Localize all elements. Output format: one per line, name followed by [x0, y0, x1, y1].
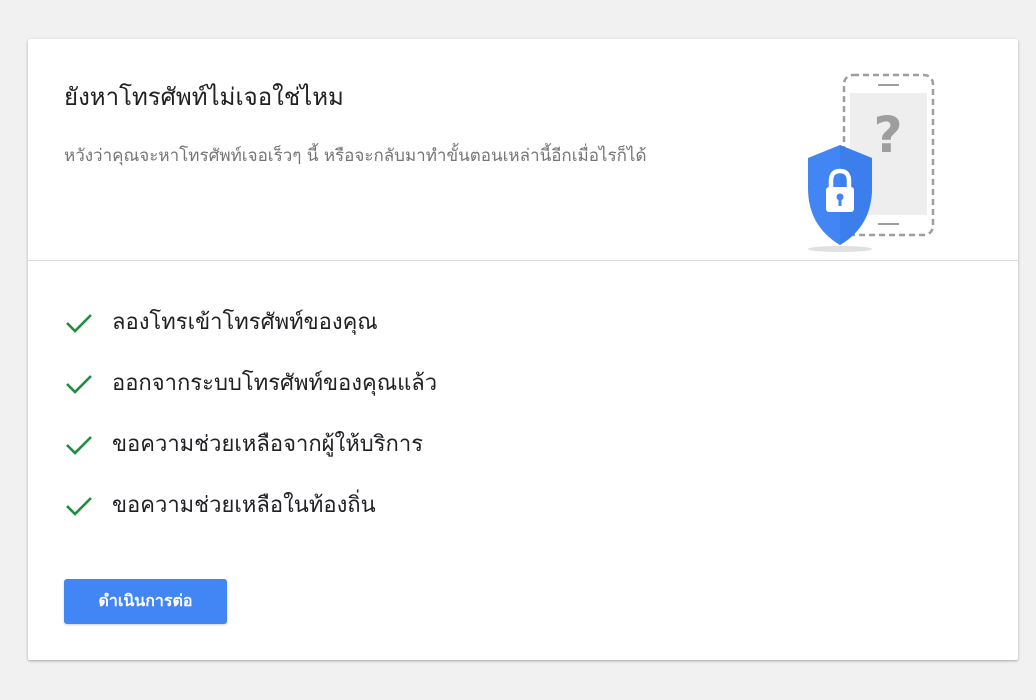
step-item: ออกจากระบบโทรศัพท์ของคุณแล้ว [64, 364, 437, 425]
lock-keyhole-stem [838, 198, 842, 206]
page-subtitle: หวังว่าคุณจะหาโทรศัพท์เจอเร็วๆ นี้ หรือจ… [64, 146, 647, 166]
checkmark-icon [66, 497, 92, 516]
card-header: ยังหาโทรศัพท์ไม่เจอใช่ไหม หวังว่าคุณจะหา… [28, 39, 1018, 261]
lost-phone-shield-lock-icon: ? [808, 73, 935, 252]
step-item: ขอความช่วยเหลือจากผู้ให้บริการ [64, 425, 437, 486]
question-mark: ? [873, 106, 902, 164]
step-item: ขอความช่วยเหลือในท้องถิ่น [64, 486, 437, 547]
step-label: ขอความช่วยเหลือจากผู้ให้บริการ [112, 432, 424, 457]
continue-button[interactable]: ดำเนินการต่อ [64, 579, 227, 624]
checkmark-icon [66, 314, 92, 333]
step-label: ออกจากระบบโทรศัพท์ของคุณแล้ว [112, 371, 438, 396]
page-title: ยังหาโทรศัพท์ไม่เจอใช่ไหม [64, 83, 344, 111]
steps-list: ลองโทรเข้าโทรศัพท์ของคุณ ออกจากระบบโทรศั… [64, 303, 437, 547]
shield-shadow [808, 246, 872, 252]
checkmark-icon [66, 436, 92, 455]
checkmark-icon [66, 375, 92, 394]
step-label: ขอความช่วยเหลือในท้องถิ่น [112, 493, 376, 518]
step-label: ลองโทรเข้าโทรศัพท์ของคุณ [112, 310, 378, 335]
lost-phone-card: ยังหาโทรศัพท์ไม่เจอใช่ไหม หวังว่าคุณจะหา… [28, 39, 1018, 660]
step-item: ลองโทรเข้าโทรศัพท์ของคุณ [64, 303, 437, 364]
